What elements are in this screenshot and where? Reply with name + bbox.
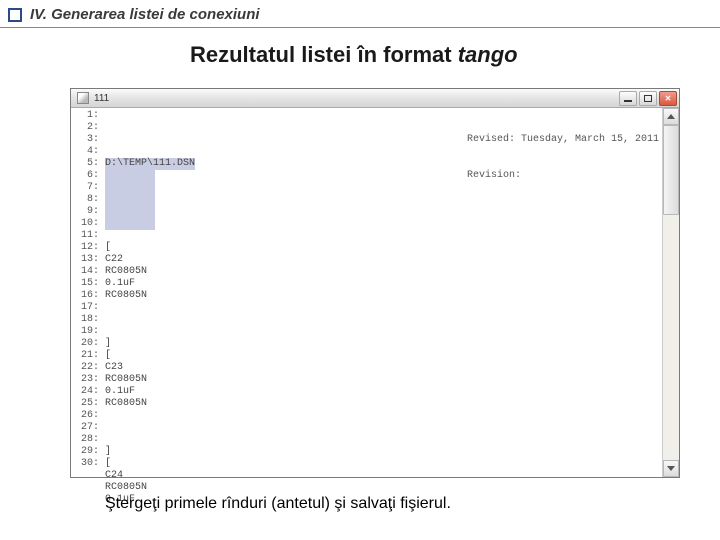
line-number: 5:: [71, 158, 101, 170]
slide-header: IV. Generarea listei de conexiuni: [0, 0, 720, 28]
line-number: 8:: [71, 194, 101, 206]
line-number: 2:: [71, 122, 101, 134]
code-line: [: [105, 242, 658, 254]
selection: [105, 182, 155, 194]
line-number: 21:: [71, 350, 101, 362]
selection: [105, 206, 155, 218]
revision-label: Revision:: [467, 170, 521, 181]
window-controls: ✕: [619, 91, 677, 106]
line-number: 23:: [71, 374, 101, 386]
line-number: 25:: [71, 398, 101, 410]
line-number: 16:: [71, 290, 101, 302]
code-line: [105, 326, 658, 338]
editor-body: 1:2:3:4:5:6:7:8:9:10:11:12:13:14:15:16:1…: [71, 108, 679, 477]
slide-title-em: tango: [458, 42, 518, 67]
code-line: [105, 218, 658, 230]
editor-window: 111 ✕ 1:2:3:4:5:6:7:8:9:10:11:12:13:14:1…: [70, 88, 680, 478]
line-number: 28:: [71, 434, 101, 446]
scrollbar-track[interactable]: [663, 125, 679, 460]
text-content[interactable]: Revised: Tuesday, March 15, 2011 Revisio…: [101, 108, 662, 477]
selection: D:\TEMP\111.DSN: [105, 158, 195, 170]
header-title: IV. Generarea listei de conexiuni: [30, 6, 260, 23]
code-line: RC0805N: [105, 482, 658, 494]
code-line: [105, 230, 658, 242]
selection: [105, 170, 155, 182]
line-number: 4:: [71, 146, 101, 158]
line-number: 14:: [71, 266, 101, 278]
line-number: 26:: [71, 410, 101, 422]
maximize-icon: [644, 95, 652, 102]
minimize-button[interactable]: [619, 91, 637, 106]
code-line: RC0805N: [105, 398, 658, 410]
line-number: 6:: [71, 170, 101, 182]
line-number: 29:: [71, 446, 101, 458]
header-bullet-icon: [8, 8, 22, 22]
slide-footer: Ştergeţi primele rînduri (antetul) şi sa…: [105, 495, 451, 513]
code-line: C24: [105, 470, 658, 482]
slide-title-text: Rezultatul listei în format: [190, 42, 458, 67]
line-number: 22:: [71, 362, 101, 374]
line-number: 12:: [71, 242, 101, 254]
code-line: 0.1uF: [105, 386, 658, 398]
titlebar[interactable]: 111 ✕: [71, 89, 679, 108]
code-line: [105, 206, 658, 218]
code-line: [105, 302, 658, 314]
line-number: 9:: [71, 206, 101, 218]
code-line: C23: [105, 362, 658, 374]
code-line: [105, 314, 658, 326]
window-title: 111: [94, 93, 619, 104]
line-number-gutter: 1:2:3:4:5:6:7:8:9:10:11:12:13:14:15:16:1…: [71, 108, 101, 477]
line-number: 15:: [71, 278, 101, 290]
slide-title: Rezultatul listei în format tango: [0, 28, 720, 78]
code-line: [105, 410, 658, 422]
code-line: [: [105, 458, 658, 470]
line-number: 7:: [71, 182, 101, 194]
code-line: RC0805N: [105, 290, 658, 302]
line-number: 11:: [71, 230, 101, 242]
scrollbar-down-button[interactable]: [663, 460, 679, 477]
revised-label: Revised:: [467, 134, 515, 145]
revised-value: Tuesday, March 15, 2011: [521, 134, 659, 145]
maximize-button[interactable]: [639, 91, 657, 106]
line-number: 17:: [71, 302, 101, 314]
code-line: ]: [105, 338, 658, 350]
code-line: RC0805N: [105, 374, 658, 386]
code-line: ]: [105, 446, 658, 458]
line-number: 10:: [71, 218, 101, 230]
minimize-icon: [624, 100, 632, 102]
line-number: 19:: [71, 326, 101, 338]
code-line: [105, 422, 658, 434]
revision-block: Revised: Tuesday, March 15, 2011 Revisio…: [467, 110, 659, 206]
close-icon: ✕: [665, 94, 672, 103]
code-line: [: [105, 350, 658, 362]
line-number: 27:: [71, 422, 101, 434]
scrollbar-thumb[interactable]: [663, 125, 679, 215]
vertical-scrollbar[interactable]: [662, 108, 679, 477]
chevron-up-icon: [667, 114, 675, 119]
line-number: 18:: [71, 314, 101, 326]
line-number: 24:: [71, 386, 101, 398]
scrollbar-up-button[interactable]: [663, 108, 679, 125]
code-line: C22: [105, 254, 658, 266]
line-number: 30:: [71, 458, 101, 470]
line-number: 1:: [71, 110, 101, 122]
code-line: 0.1uF: [105, 278, 658, 290]
line-number: 20:: [71, 338, 101, 350]
app-icon: [77, 92, 89, 104]
line-number: 13:: [71, 254, 101, 266]
line-number: 3:: [71, 134, 101, 146]
code-line: [105, 434, 658, 446]
chevron-down-icon: [667, 466, 675, 471]
code-line: RC0805N: [105, 266, 658, 278]
selection: [105, 194, 155, 206]
close-button[interactable]: ✕: [659, 91, 677, 106]
selection: [105, 218, 155, 230]
